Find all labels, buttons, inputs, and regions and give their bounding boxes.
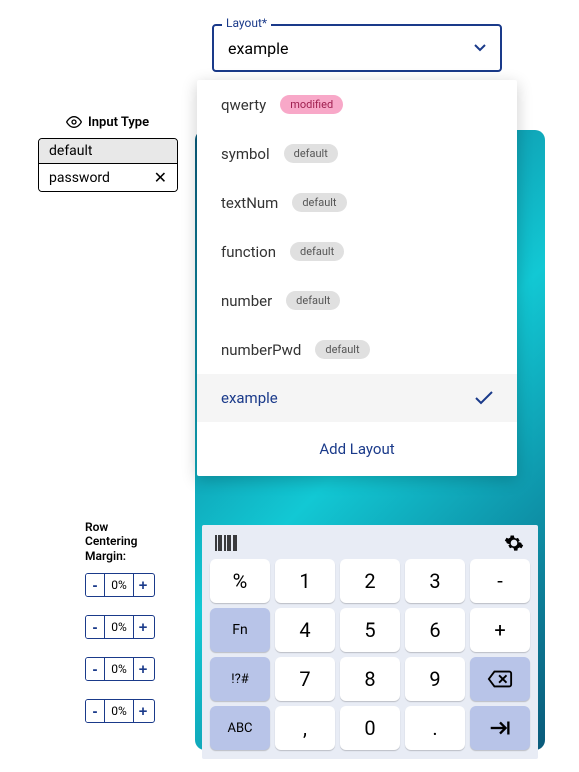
increment-button[interactable]: +	[134, 658, 152, 680]
layout-option-qwerty[interactable]: qwerty modified	[197, 80, 517, 129]
option-label: textNum	[221, 194, 278, 212]
margin-stepper-3[interactable]: - 0% +	[85, 699, 155, 723]
keyboard-preview: % 1 2 3 - Fn 4 5 6 + !?# 7 8 9 ABC , 0 .	[202, 525, 538, 759]
layout-option-textnum[interactable]: textNum default	[197, 178, 517, 227]
layout-option-number[interactable]: number default	[197, 276, 517, 325]
input-type-list: default password ✕	[38, 138, 178, 192]
option-label: numberPwd	[221, 341, 301, 359]
option-label: qwerty	[221, 96, 266, 114]
layout-selected-value: example	[228, 39, 289, 58]
checkmark-icon	[475, 391, 493, 405]
layout-option-numberpwd[interactable]: numberPwd default	[197, 325, 517, 374]
option-label: example	[221, 389, 278, 407]
key-3[interactable]: 3	[405, 559, 465, 603]
stepper-value: 0%	[104, 574, 134, 596]
decrement-button[interactable]: -	[86, 574, 104, 596]
modified-badge: modified	[280, 95, 343, 114]
default-badge: default	[315, 340, 369, 359]
stepper-value: 0%	[104, 616, 134, 638]
increment-button[interactable]: +	[134, 574, 152, 596]
input-type-item-label: default	[49, 143, 93, 159]
key-4[interactable]: 4	[275, 608, 335, 652]
key-2[interactable]: 2	[340, 559, 400, 603]
default-badge: default	[292, 193, 346, 212]
input-type-header: Input Type	[38, 114, 178, 130]
key-8[interactable]: 8	[340, 657, 400, 701]
key-plus[interactable]: +	[470, 608, 530, 652]
key-abc[interactable]: ABC	[210, 706, 270, 750]
option-label: number	[221, 292, 272, 310]
margin-stepper-2[interactable]: - 0% +	[85, 657, 155, 681]
stepper-value: 0%	[104, 658, 134, 680]
margin-stepper-0[interactable]: - 0% +	[85, 573, 155, 597]
decrement-button[interactable]: -	[86, 700, 104, 722]
key-9[interactable]: 9	[405, 657, 465, 701]
key-minus[interactable]: -	[470, 559, 530, 603]
layout-option-symbol[interactable]: symbol default	[197, 129, 517, 178]
layout-select[interactable]: example	[212, 24, 502, 72]
key-percent[interactable]: %	[210, 559, 270, 603]
backspace-icon	[487, 669, 513, 689]
stepper-value: 0%	[104, 700, 134, 722]
key-6[interactable]: 6	[405, 608, 465, 652]
layout-dropdown: qwerty modified symbol default textNum d…	[197, 80, 517, 476]
key-5[interactable]: 5	[340, 608, 400, 652]
default-badge: default	[290, 242, 344, 261]
key-0[interactable]: 0	[340, 706, 400, 750]
key-tab[interactable]	[470, 706, 530, 750]
barcode-icon[interactable]	[214, 533, 238, 553]
key-backspace[interactable]	[470, 657, 530, 701]
input-type-item-default[interactable]: default	[39, 139, 177, 164]
gear-icon[interactable]	[502, 533, 526, 553]
input-type-label: Input Type	[88, 115, 149, 130]
add-layout-button[interactable]: Add Layout	[197, 422, 517, 476]
close-icon[interactable]: ✕	[154, 168, 167, 187]
key-7[interactable]: 7	[275, 657, 335, 701]
caret-down-icon	[474, 44, 486, 52]
default-badge: default	[286, 291, 340, 310]
key-symbols[interactable]: !?#	[210, 657, 270, 701]
tab-icon	[487, 718, 513, 738]
key-1[interactable]: 1	[275, 559, 335, 603]
layout-field-label: Layout*	[222, 16, 271, 30]
layout-option-example[interactable]: example	[197, 374, 517, 422]
decrement-button[interactable]: -	[86, 658, 104, 680]
input-type-item-label: password	[49, 170, 110, 186]
row-margin-label: Row Centering Margin:	[85, 520, 155, 563]
option-label: function	[221, 243, 276, 261]
key-period[interactable]: .	[405, 706, 465, 750]
margin-stepper-1[interactable]: - 0% +	[85, 615, 155, 639]
key-comma[interactable]: ,	[275, 706, 335, 750]
increment-button[interactable]: +	[134, 616, 152, 638]
default-badge: default	[284, 144, 338, 163]
eye-icon	[66, 114, 82, 130]
increment-button[interactable]: +	[134, 700, 152, 722]
option-label: symbol	[221, 145, 270, 163]
decrement-button[interactable]: -	[86, 616, 104, 638]
input-type-item-password[interactable]: password ✕	[39, 164, 177, 191]
layout-option-function[interactable]: function default	[197, 227, 517, 276]
key-fn[interactable]: Fn	[210, 608, 270, 652]
